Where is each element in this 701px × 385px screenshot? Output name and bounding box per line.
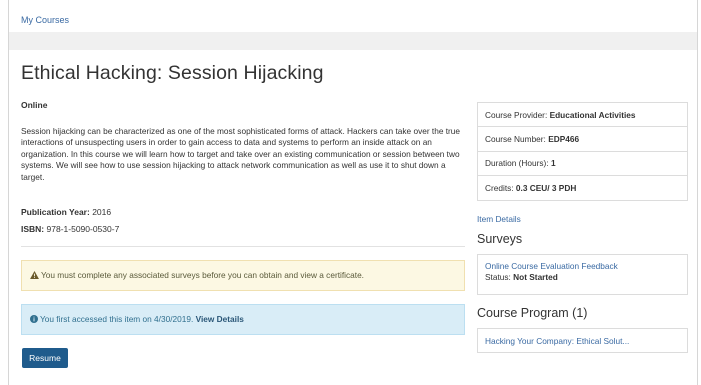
publication-year-label: Publication Year: (21, 207, 90, 217)
view-details-link[interactable]: View Details (196, 314, 244, 324)
isbn-label: ISBN: (21, 224, 45, 234)
course-program-heading: Course Program (1) (477, 306, 588, 320)
course-provider-value: Educational Activities (549, 109, 636, 120)
header-bar (9, 32, 697, 50)
course-details-panel: Course Provider: Educational Activities … (477, 102, 688, 201)
course-provider-row: Course Provider: Educational Activities (478, 103, 687, 128)
survey-link[interactable]: Online Course Evaluation Feedback (485, 261, 618, 271)
access-info-alert: You first accessed this item on 4/30/201… (21, 304, 465, 335)
course-number-value: EDP466 (548, 133, 580, 144)
duration-row: Duration (Hours): 1 (478, 152, 687, 176)
isbn: ISBN: 978-1-5090-0530-7 (21, 224, 119, 234)
warning-triangle-icon (30, 270, 39, 280)
course-format: Online (21, 100, 48, 110)
warning-text: You must complete any associated surveys… (41, 270, 364, 280)
duration-value: 1 (550, 158, 556, 169)
survey-card: Online Course Evaluation Feedback Status… (477, 254, 688, 295)
credits-row: Credits: 0.3 CEU/ 3 PDH (478, 176, 687, 200)
resume-button[interactable]: Resume (22, 348, 68, 368)
divider (21, 246, 465, 247)
credits-label: Credits: (485, 182, 514, 193)
credits-value: 0.3 CEU/ 3 PDH (515, 182, 577, 193)
info-text: You first accessed this item on 4/30/201… (40, 314, 194, 324)
isbn-value: 978-1-5090-0530-7 (46, 224, 120, 234)
survey-status-value: Not Started (513, 272, 558, 282)
publication-year-value: 2016 (92, 207, 112, 217)
course-program-card: Hacking Your Company: Ethical Solut... (477, 328, 688, 353)
course-number-row: Course Number: EDP466 (478, 127, 687, 152)
survey-status-label: Status: (485, 272, 511, 282)
publication-year: Publication Year: 2016 (21, 207, 111, 217)
course-number-label: Course Number: (485, 133, 546, 144)
surveys-heading: Surveys (477, 232, 523, 246)
survey-warning-alert: You must complete any associated surveys… (21, 260, 465, 291)
duration-label: Duration (Hours): (485, 158, 549, 169)
course-description: Session hijacking can be characterized a… (21, 126, 461, 182)
course-program-link[interactable]: Hacking Your Company: Ethical Solut... (485, 336, 629, 346)
course-provider-label: Course Provider: (485, 109, 548, 120)
item-details-link[interactable]: Item Details (477, 214, 521, 224)
page-title: Ethical Hacking: Session Hijacking (21, 62, 324, 84)
info-circle-icon (30, 314, 38, 324)
breadcrumb-my-courses[interactable]: My Courses (21, 15, 69, 25)
